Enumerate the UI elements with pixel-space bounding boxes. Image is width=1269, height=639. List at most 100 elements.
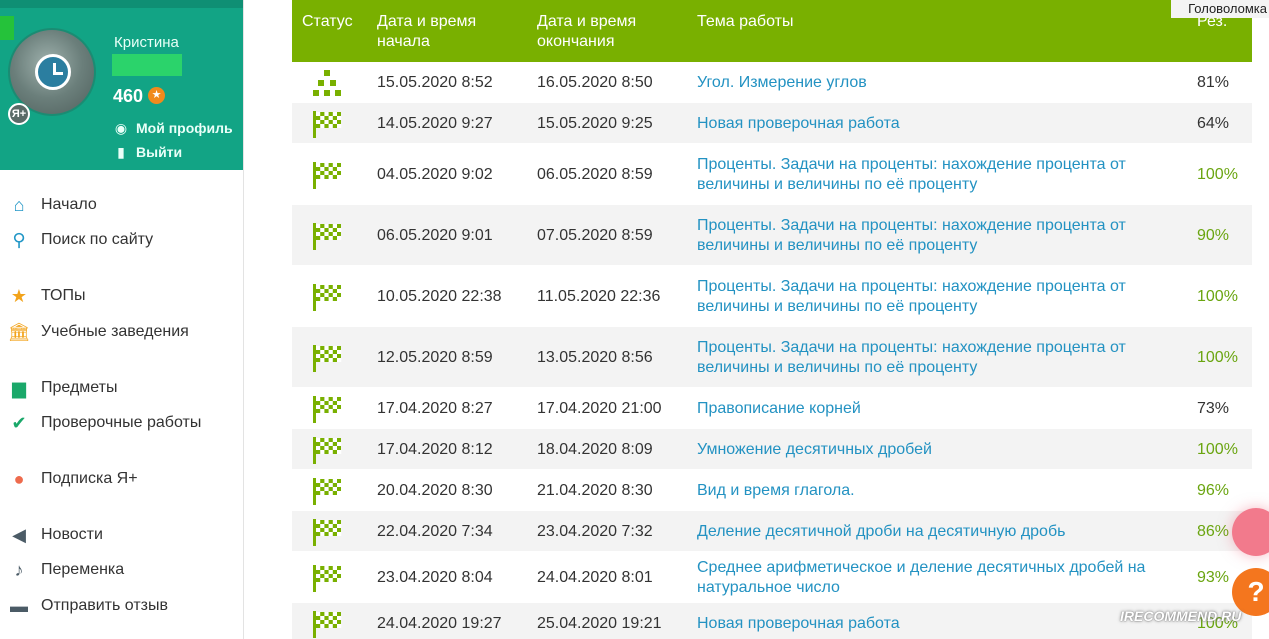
topic-line: Новая проверочная работа [697,114,900,132]
exit-icon: ▮ [117,144,125,160]
end-datetime: 16.05.2020 8:50 [537,73,653,91]
topic-line: величины и величины по её проценту [697,358,978,376]
finish-flag-icon [313,564,342,592]
topic-line: натуральное число [697,578,840,596]
search-icon: ⚲ [12,229,26,250]
finish-flag-icon [313,477,342,505]
star-icon: ★ [10,285,28,306]
sidebar-item-news[interactable]: ◀ Новости [8,523,103,547]
topic-line: Вид и время глагола. [697,481,855,499]
start-datetime: 20.04.2020 8:30 [377,481,493,499]
finish-flag-icon [313,283,342,311]
sidebar-item-break[interactable]: ♪ Переменка [8,558,125,582]
header-end: Дата и время окончания [537,13,637,50]
end-datetime: 07.05.2020 8:59 [537,226,653,244]
school-icon: 🏛 [7,321,31,342]
end-datetime: 17.04.2020 21:00 [537,399,662,417]
start-datetime: 14.05.2020 9:27 [377,114,493,132]
clock-icon [35,54,71,90]
topic-line: величины и величины по её проценту [697,175,978,193]
start-datetime: 17.04.2020 8:27 [377,399,493,417]
table-row: 15.05.2020 8:52 16.05.2020 8:50 Угол. Изме… [292,62,1252,103]
result-percent: 100% [1197,440,1238,458]
my-profile-link[interactable]: ◉ Мой профиль [114,120,233,137]
topic-line: Новая проверочная работа [697,614,900,632]
header-topic: Тема работы [697,13,794,30]
topic-link[interactable]: Новая проверочная работа [697,114,900,134]
topic-line: величины и величины по её проценту [697,297,978,315]
finish-flag-icon [313,436,342,464]
result-percent: 73% [1197,399,1230,417]
topic-line: Угол. Измерение углов [697,73,867,91]
table-row: 22.04.2020 7:34 23.04.2020 7:32 Деление де… [292,511,1252,552]
topic-link[interactable]: Проценты. Задачи на проценты: нахождение… [697,277,1126,317]
result-percent: 93% [1197,568,1230,586]
table-row: 20.04.2020 8:30 21.04.2020 8:30 Вид и врем… [292,470,1252,511]
topic-link[interactable]: Проценты. Задачи на проценты: нахождение… [697,216,1126,256]
user-circle-icon: ◉ [114,120,128,136]
table-row: 23.04.2020 8:04 24.04.2020 8:01 Среднее ар… [292,552,1252,603]
topic-line: величины и величины по её проценту [697,236,978,254]
sidebar-item-schools[interactable]: 🏛 Учебные заведения [8,320,189,344]
user-points: 460 [113,86,144,106]
sidebar: Я+ Кристина 460 ★ ◉ Мой профиль ▮ Выйти ⌂ Н… [0,0,244,639]
end-datetime: 25.04.2020 19:21 [537,614,662,632]
profile-panel: Я+ Кристина 460 ★ ◉ Мой профиль ▮ Выйти [0,0,243,170]
sidebar-item-home[interactable]: ⌂ Начало [8,193,97,217]
end-datetime: 18.04.2020 8:09 [537,440,653,458]
header-status: Статус [302,13,353,30]
sidebar-item-feedback[interactable]: ▬ Отправить отзыв [8,594,168,618]
result-percent: 100% [1197,165,1238,183]
topic-link[interactable]: Среднее арифметическое и деление десятич… [697,558,1145,598]
points-star-icon: ★ [148,87,165,104]
topic-link[interactable]: Проценты. Задачи на проценты: нахождение… [697,155,1126,195]
end-datetime: 24.04.2020 8:01 [537,568,653,586]
table-row: 12.05.2020 8:59 13.05.2020 8:56 Проценты. … [292,327,1252,388]
topic-line: Деление десятичной дроби на десятичную д… [697,522,1066,540]
book-icon: ▆ [12,377,26,398]
start-datetime: 10.05.2020 22:38 [377,287,502,305]
end-datetime: 11.05.2020 22:36 [537,287,661,305]
end-datetime: 21.04.2020 8:30 [537,481,653,499]
sidebar-item-subjects[interactable]: ▆ Предметы [8,376,117,400]
start-datetime: 22.04.2020 7:34 [377,522,493,540]
sidebar-item-subscription[interactable]: ● Подписка Я+ [8,467,138,491]
topic-link[interactable]: Умножение десятичных дробей [697,440,932,460]
megaphone-icon: ◀ [12,524,26,545]
result-percent: 86% [1197,522,1230,540]
logout-link[interactable]: ▮ Выйти [114,144,182,161]
topic-link[interactable]: Новая проверочная работа [697,614,900,634]
check-circle-icon: ✔ [11,412,27,433]
result-percent: 96% [1197,481,1230,499]
topic-link[interactable]: Угол. Измерение углов [697,73,867,93]
topic-line: Проценты. Задачи на проценты: нахождение… [697,338,1126,356]
name-highlight [112,54,182,76]
start-datetime: 04.05.2020 9:02 [377,165,493,183]
topic-link[interactable]: Правописание корней [697,399,861,419]
topic-line: Среднее арифметическое и деление десятич… [697,558,1146,576]
topic-link[interactable]: Деление десятичной дроби на десятичную д… [697,522,1065,542]
topic-link[interactable]: Вид и время глагола. [697,481,855,501]
profile-marker [0,16,14,40]
watermark-text: IRECOMMEND.RU [1120,608,1242,624]
top-right-label: Головоломка [1171,0,1269,18]
table-row: 06.05.2020 9:01 07.05.2020 8:59 Проценты. … [292,205,1252,266]
start-datetime: 17.04.2020 8:12 [377,440,493,458]
result-percent: 100% [1197,348,1238,366]
feedback-icon: ▬ [10,595,28,616]
sidebar-item-search[interactable]: ⚲ Поиск по сайту [8,228,153,252]
sidebar-item-tests[interactable]: ✔ Проверочные работы [8,411,201,435]
header-start: Дата и время начала [377,13,477,50]
topic-link[interactable]: Проценты. Задачи на проценты: нахождение… [697,338,1126,378]
result-percent: 100% [1197,287,1238,305]
subscription-badge: Я+ [8,103,30,125]
user-name[interactable]: Кристина [114,34,179,51]
bell-icon: ♪ [14,559,24,580]
table-row: 04.05.2020 9:02 06.05.2020 8:59 Проценты. … [292,144,1252,205]
finish-flag-icon [313,518,342,546]
topic-line: Правописание корней [697,399,861,417]
sidebar-item-tops[interactable]: ★ ТОПы [8,284,86,308]
start-datetime: 23.04.2020 8:04 [377,568,493,586]
finish-flag-icon [313,110,342,138]
end-datetime: 15.05.2020 9:25 [537,114,653,132]
